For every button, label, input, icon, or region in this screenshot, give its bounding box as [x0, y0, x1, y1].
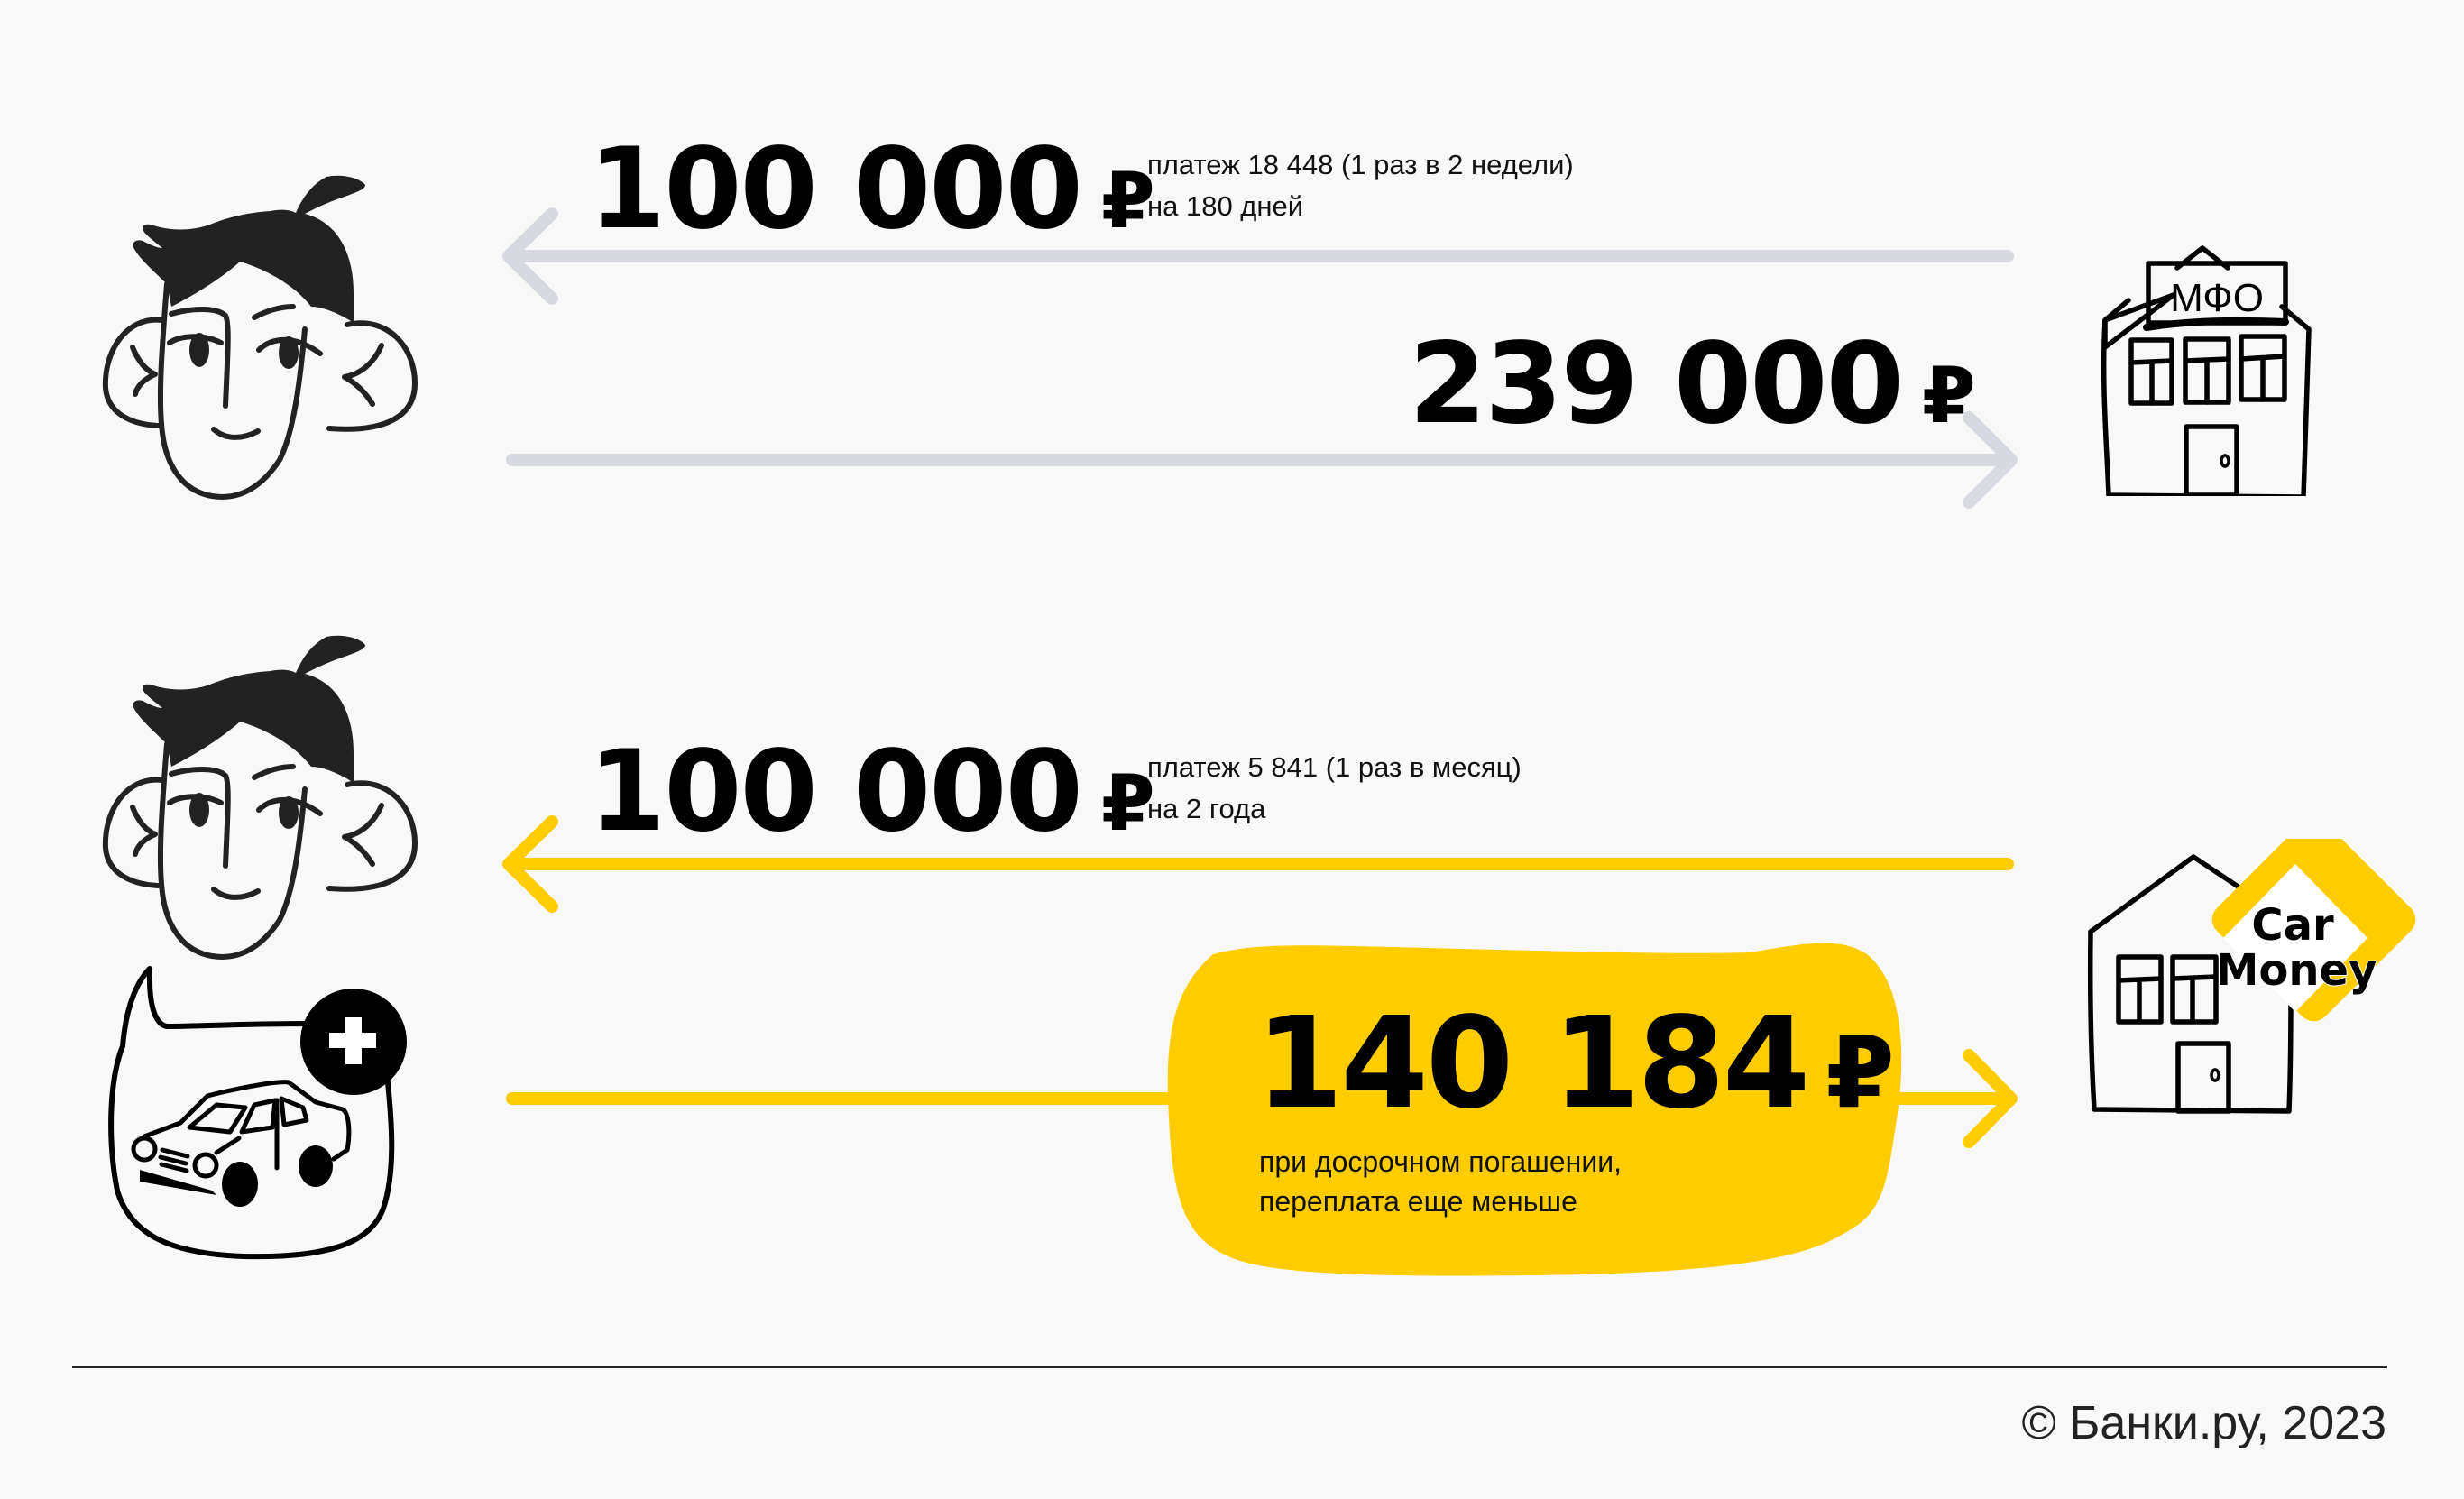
loan-term-text: на 180 дней	[1147, 190, 1304, 222]
carmoney-repayment-note: при досрочном погашении, переплата еще м…	[1259, 1142, 1622, 1221]
amount-value: 100 000	[588, 727, 1083, 857]
carmoney-logo: Car Money	[2211, 839, 2416, 1022]
carmoney-repayment-amount: 140 184 ₽	[1255, 1001, 1895, 1130]
currency-symbol: ₽	[1921, 351, 1976, 441]
footer-divider	[72, 1366, 2387, 1368]
currency-symbol: ₽	[1100, 156, 1155, 246]
overpayment-text: переплата еще меньше	[1259, 1185, 1577, 1218]
currency-symbol: ₽	[1825, 1015, 1895, 1130]
mfo-sign-text: МФО	[2170, 276, 2264, 320]
svg-text:Car: Car	[2251, 900, 2334, 951]
carmoney-payment-note: платеж 5 841 (1 раз в месяц) на 2 года	[1147, 747, 1522, 830]
svg-text:Money: Money	[2216, 945, 2377, 996]
copyright-text: © Банки.ру, 2023	[2021, 1397, 2386, 1449]
carmoney-loan-amount: 100 000 ₽	[588, 736, 1155, 849]
amount-value: 140 184	[1255, 990, 1810, 1137]
amount-value: 100 000	[588, 124, 1083, 254]
mfo-loan-amount: 100 000 ₽	[588, 133, 1155, 246]
mfo-repayment-amount: 239 000 ₽	[1409, 328, 1976, 441]
mfo-payment-note: платеж 18 448 (1 раз в 2 недели) на 180 …	[1147, 144, 1574, 227]
amount-value: 239 000	[1409, 319, 1904, 449]
payment-schedule-text: платеж 18 448 (1 раз в 2 недели)	[1147, 149, 1574, 180]
mfo-building-icon: МФО	[2101, 245, 2312, 496]
carmoney-building-icon: Car Money	[2087, 839, 2416, 1114]
early-repayment-text: при досрочном погашении,	[1259, 1145, 1622, 1178]
loan-term-text: на 2 года	[1147, 793, 1266, 824]
payment-schedule-text: платеж 5 841 (1 раз в месяц)	[1147, 751, 1522, 783]
currency-symbol: ₽	[1100, 759, 1155, 849]
